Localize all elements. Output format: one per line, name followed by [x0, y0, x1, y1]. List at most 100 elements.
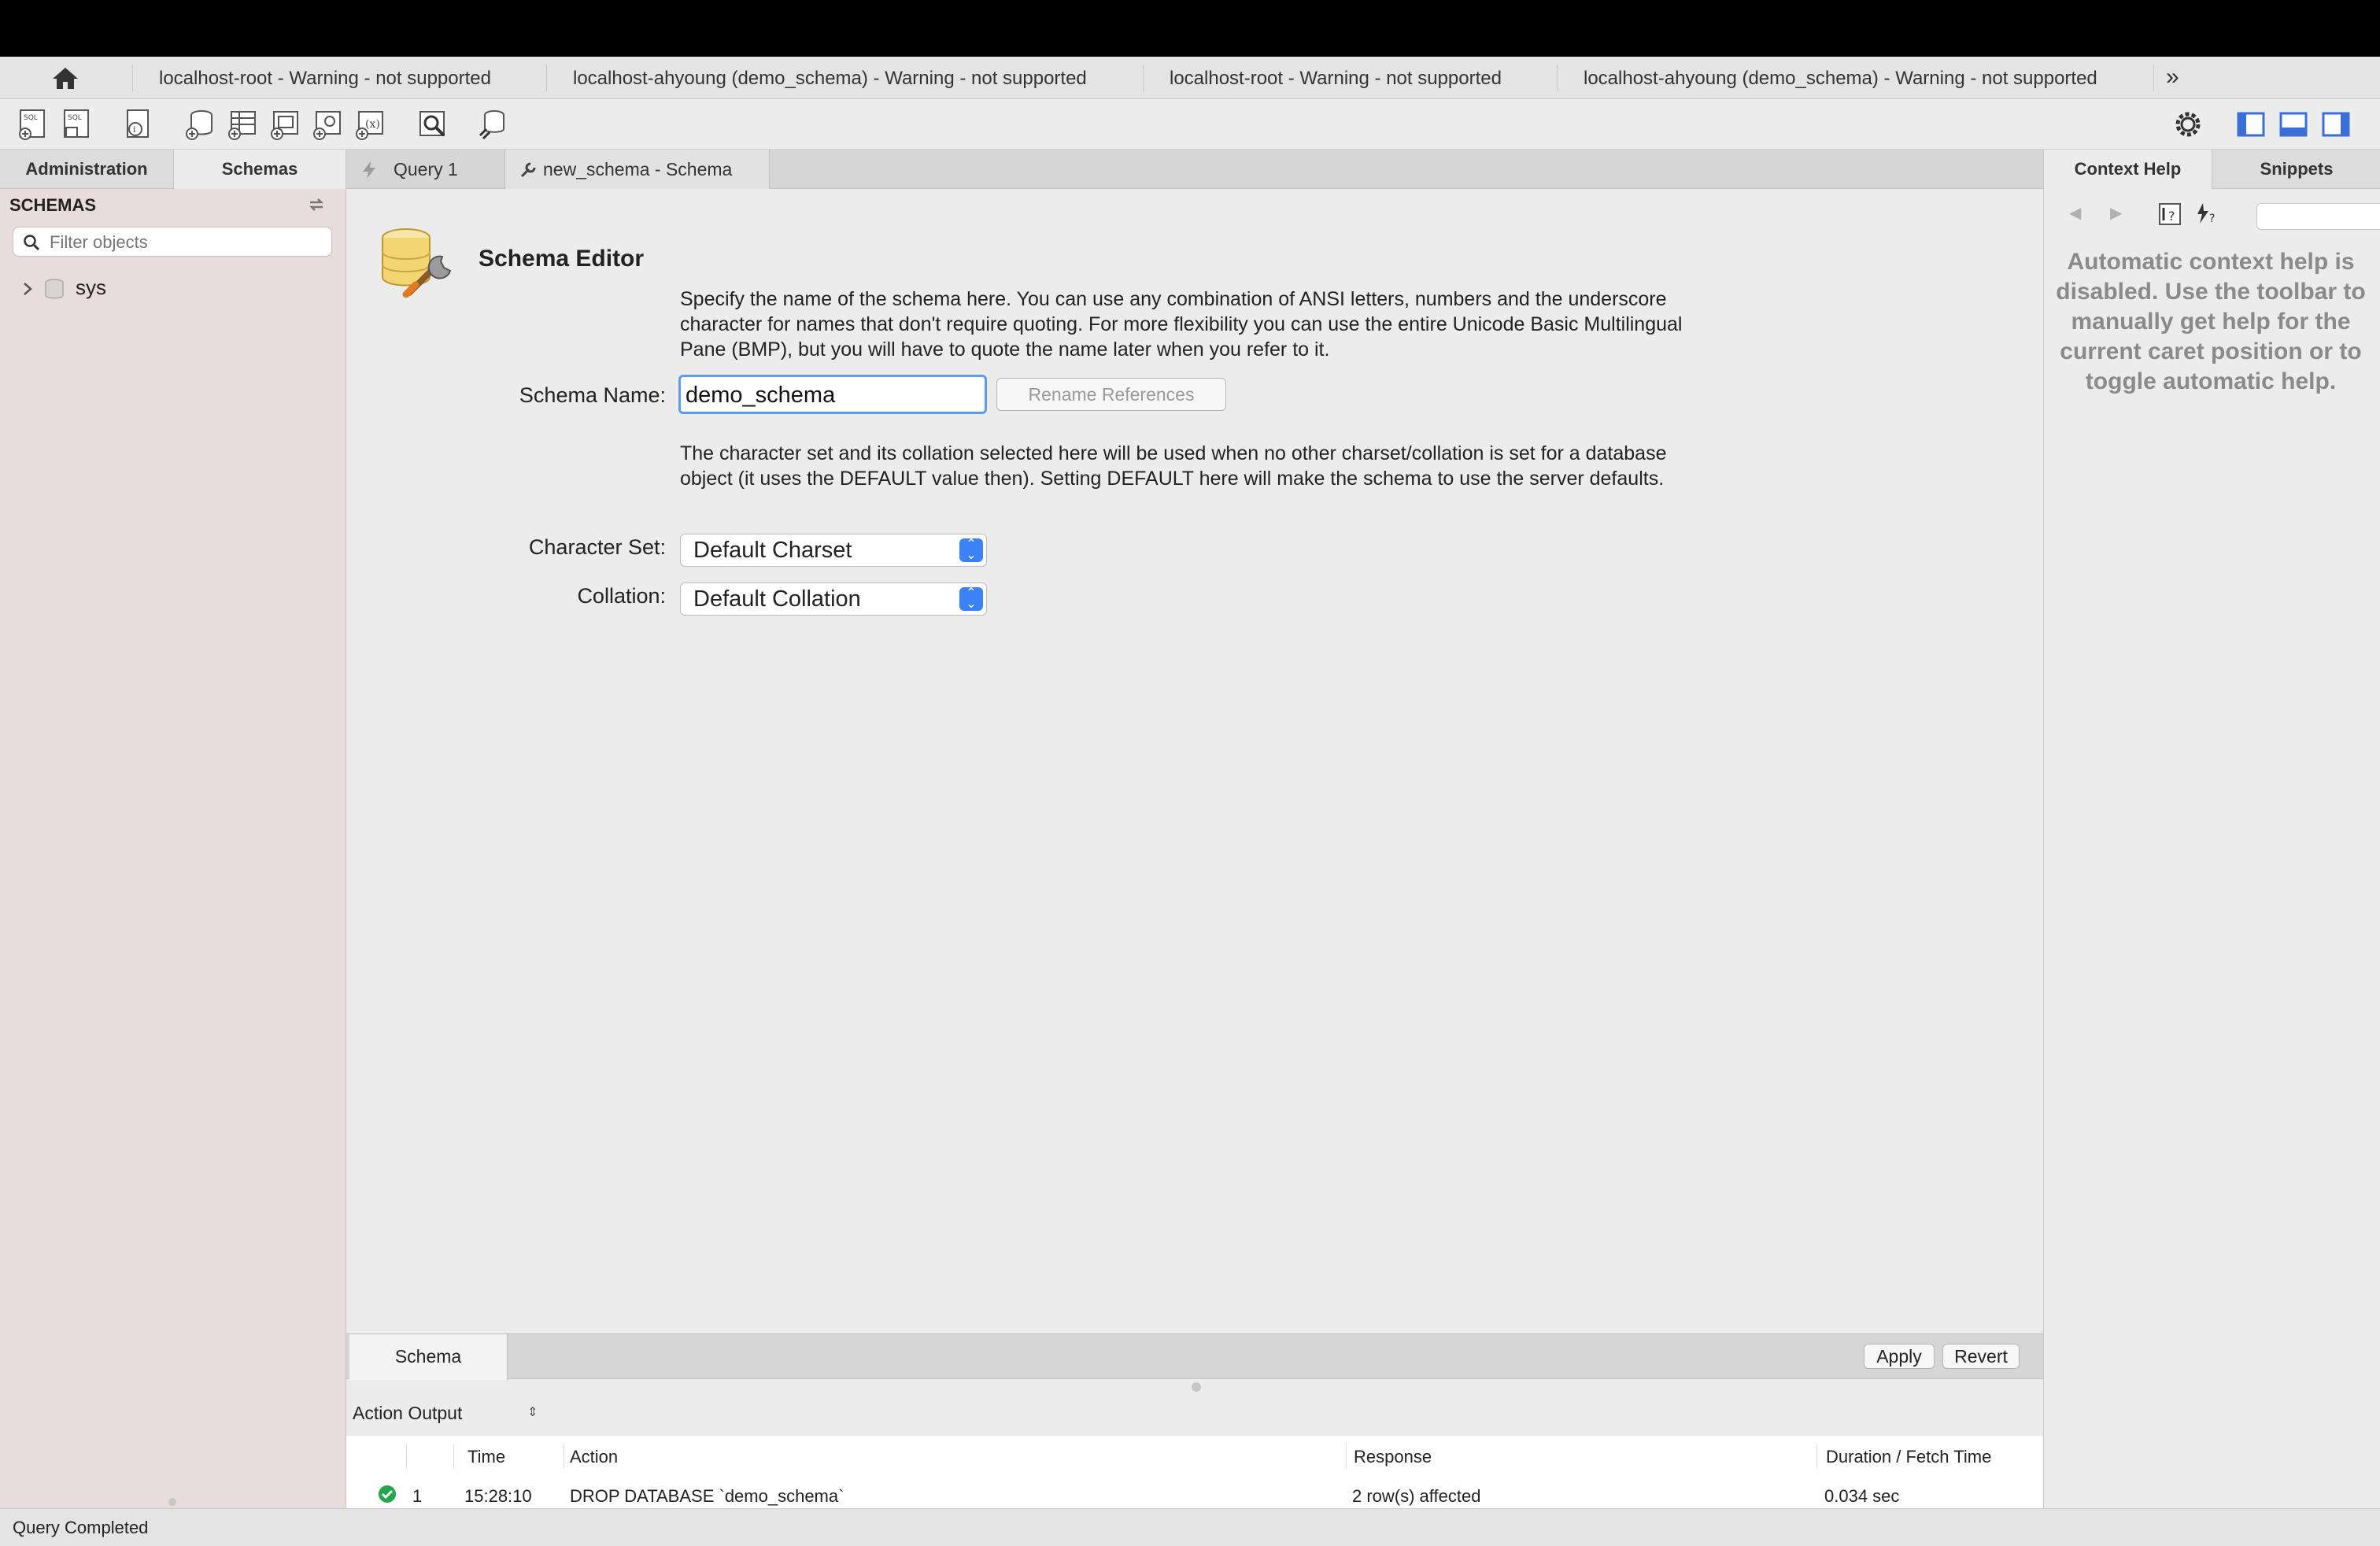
column-divider: [1816, 1444, 1817, 1469]
collation-value: Default Collation: [693, 586, 861, 612]
svg-text:(x): (x): [365, 118, 380, 131]
reconnect-icon[interactable]: [475, 107, 510, 142]
editor-tabs-bar: Query 1 new_schema - Schema: [346, 150, 2043, 189]
output-selector[interactable]: Action Output ⇕: [353, 1403, 538, 1424]
tab-separator: [546, 65, 547, 91]
filter-input[interactable]: [48, 229, 327, 256]
database-icon: [45, 279, 64, 299]
tab-query-1[interactable]: Query 1: [346, 150, 505, 189]
schema-navigator: SCHEMAS sys: [0, 189, 346, 1508]
toggle-sidebar-icon[interactable]: [2234, 107, 2268, 142]
schema-name-input[interactable]: [684, 379, 983, 412]
connection-tab-4[interactable]: localhost-ahyoung (demo_schema) - Warnin…: [1584, 57, 2097, 99]
tab-context-help[interactable]: Context Help: [2044, 150, 2212, 189]
create-view-icon[interactable]: [268, 107, 302, 142]
server-info-icon[interactable]: i: [121, 107, 156, 142]
svg-text:i: i: [133, 124, 136, 135]
tab-new-schema[interactable]: new_schema - Schema: [505, 150, 770, 189]
side-panel-tabs: Context Help Snippets: [2043, 150, 2380, 189]
output-table-header: Time Action Response Duration / Fetch Ti…: [346, 1436, 2043, 1478]
tab-separator: [132, 65, 133, 91]
search-icon: [24, 235, 40, 251]
navigator-tabs: Administration Schemas: [0, 150, 346, 189]
schemas-header: SCHEMAS: [9, 195, 97, 215]
create-table-icon[interactable]: [225, 107, 260, 142]
open-sql-script-icon[interactable]: SQL: [60, 107, 94, 142]
manual-help-icon[interactable]: ?: [2157, 202, 2184, 227]
schema-editor-title: Schema Editor: [479, 246, 645, 272]
row-index: 1: [412, 1486, 423, 1506]
tab-separator: [1557, 65, 1558, 91]
connection-tab-2[interactable]: localhost-ahyoung (demo_schema) - Warnin…: [573, 57, 1087, 99]
output-selector-label: Action Output: [353, 1403, 463, 1423]
schema-editor-pane: Schema Editor Specify the name of the sc…: [346, 189, 2043, 1333]
tab-separator: [2153, 65, 2154, 91]
column-divider: [406, 1444, 407, 1469]
chevron-right-icon[interactable]: [22, 282, 33, 296]
tree-item-sys[interactable]: sys: [0, 272, 346, 304]
tab-schema-label: new_schema - Schema: [543, 159, 733, 179]
connection-tabs-bar: localhost-root - Warning - not supported…: [0, 57, 2380, 99]
tab-schemas[interactable]: Schemas: [173, 150, 346, 189]
filter-field: [13, 227, 332, 257]
help-search-field[interactable]: [2256, 203, 2380, 230]
window-top-bar: [0, 0, 2380, 57]
lightning-icon: [363, 161, 375, 179]
chevron-updown-icon: ⇕: [527, 1406, 538, 1419]
output-panel: Action Output ⇕ Time Action Response Dur…: [346, 1393, 2043, 1508]
svg-text:SQL: SQL: [68, 114, 82, 122]
charset-description: The character set and its collation sele…: [680, 442, 1667, 490]
collation-select[interactable]: Default Collation ⌃ ⌄: [680, 583, 987, 616]
column-header-time[interactable]: Time: [468, 1447, 505, 1467]
svg-text:?: ?: [2209, 213, 2215, 225]
schema-name-label: Schema Name:: [519, 383, 666, 407]
auto-help-icon[interactable]: ?: [2195, 202, 2222, 227]
create-function-icon[interactable]: (x): [353, 107, 387, 142]
sidebar-splitter-handle[interactable]: [168, 1498, 176, 1506]
schema-name-field: [678, 375, 987, 414]
character-set-label: Character Set:: [528, 535, 666, 559]
tab-schema[interactable]: Schema: [349, 1334, 508, 1380]
success-check-icon: [379, 1485, 396, 1503]
status-text: Query Completed: [13, 1518, 149, 1537]
more-tabs-icon[interactable]: »: [2166, 57, 2179, 99]
rename-references-button[interactable]: Rename References: [996, 378, 1226, 411]
character-set-select[interactable]: Default Charset ⌃ ⌄: [680, 534, 987, 567]
home-icon[interactable]: [50, 65, 80, 91]
editor-bottom-bar: Schema Apply Revert: [346, 1333, 2043, 1380]
refresh-icon[interactable]: [307, 197, 326, 213]
toggle-output-panel-icon[interactable]: [2276, 107, 2311, 142]
svg-text:?: ?: [2168, 209, 2175, 224]
table-row[interactable]: 1 15:28:10 DROP DATABASE `demo_schema` 2…: [346, 1477, 2043, 1508]
tab-administration[interactable]: Administration: [0, 150, 173, 189]
tab-separator: [1143, 65, 1144, 91]
svg-text:SQL: SQL: [24, 114, 38, 122]
splitter-handle[interactable]: [1192, 1382, 1201, 1392]
gear-icon[interactable]: [2171, 107, 2205, 142]
tab-snippets[interactable]: Snippets: [2212, 150, 2380, 189]
back-arrow-icon[interactable]: ◀: [2069, 203, 2081, 223]
create-procedure-icon[interactable]: [310, 107, 345, 142]
apply-button[interactable]: Apply: [1864, 1344, 1935, 1369]
row-action: DROP DATABASE `demo_schema`: [570, 1486, 844, 1506]
tree-item-label: sys: [76, 276, 106, 299]
column-divider: [1346, 1444, 1347, 1469]
row-time: 15:28:10: [464, 1486, 532, 1506]
create-schema-icon[interactable]: [183, 107, 217, 142]
connection-tab-1[interactable]: localhost-root - Warning - not supported: [159, 57, 491, 99]
search-table-data-icon[interactable]: [416, 107, 450, 142]
column-header-response[interactable]: Response: [1354, 1447, 1432, 1467]
select-arrows-icon: ⌃ ⌄: [959, 587, 983, 611]
schema-editor-icon: [382, 228, 452, 298]
forward-arrow-icon[interactable]: ▶: [2110, 203, 2122, 223]
revert-button[interactable]: Revert: [1942, 1344, 2020, 1369]
connection-tab-3[interactable]: localhost-root - Warning - not supported: [1170, 57, 1502, 99]
select-arrows-icon: ⌃ ⌄: [959, 538, 983, 562]
toggle-secondary-sidebar-icon[interactable]: [2319, 107, 2353, 142]
column-header-action[interactable]: Action: [570, 1447, 618, 1467]
column-header-duration[interactable]: Duration / Fetch Time: [1826, 1447, 1991, 1467]
status-bar: Query Completed: [0, 1498, 2380, 1546]
context-help-panel: ◀ ▶ ? ? Automatic context help is disabl…: [2043, 189, 2380, 1508]
tab-query-label: Query 1: [394, 159, 458, 179]
new-sql-tab-icon[interactable]: SQL: [16, 107, 50, 142]
